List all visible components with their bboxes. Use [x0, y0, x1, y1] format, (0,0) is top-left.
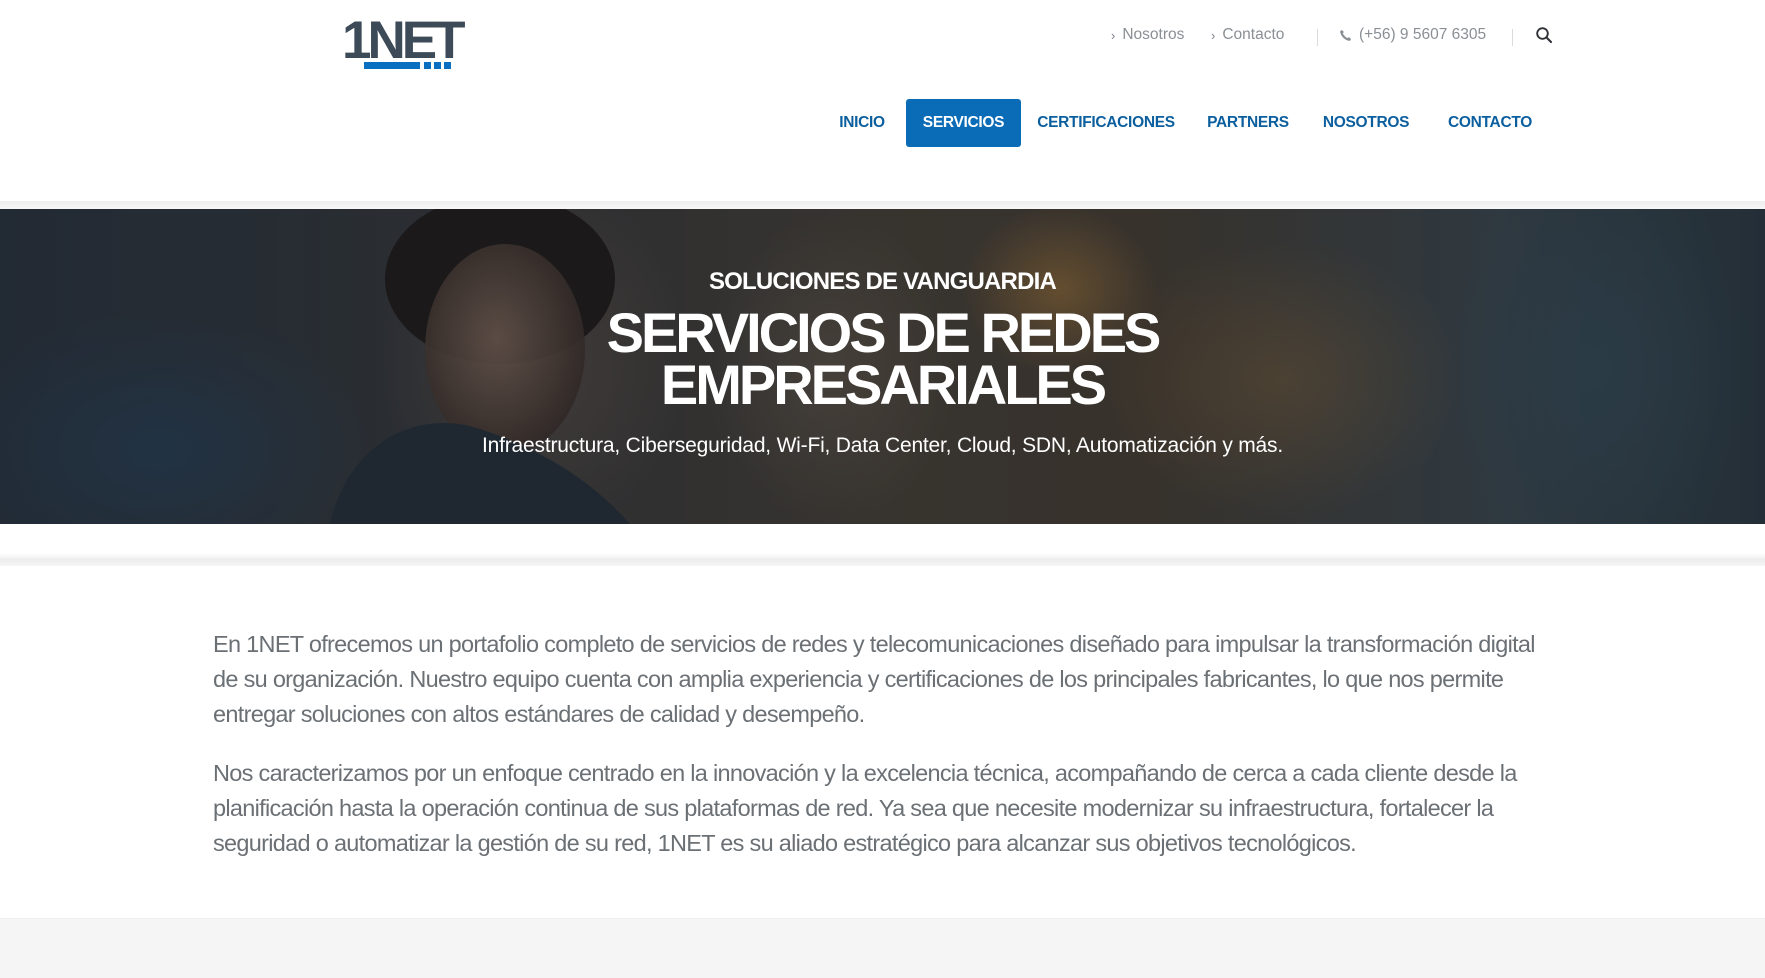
search-icon — [1536, 27, 1553, 44]
intro-paragraph: En 1NET ofrecemos un portafolio completo… — [213, 631, 1536, 727]
site-header: 1NET › Nosotros › Contacto (+56) 9 5607 … — [0, 0, 1765, 203]
topbar-phone[interactable]: (+56) 9 5607 6305 — [1339, 26, 1486, 44]
hero-content: SOLUCIONES DE VANGUARDIA SERVICIOS DE RE… — [0, 209, 1765, 524]
header-divider — [0, 201, 1765, 209]
phone-number: (+56) 9 5607 6305 — [1359, 26, 1487, 43]
hero-title: SERVICIOS DE REDES EMPRESARIALES — [0, 305, 1765, 413]
hero-subtitle: Infraestructura, Ciberseguridad, Wi-Fi, … — [482, 434, 1283, 457]
site-logo[interactable]: 1NET — [342, 13, 466, 71]
hero-banner: SOLUCIONES DE VANGUARDIA SERVICIOS DE RE… — [0, 209, 1765, 524]
chevron-right-icon: › — [1111, 27, 1116, 43]
nav-item-nosotros[interactable]: NOSOTROS — [1312, 99, 1420, 147]
topbar-link-nosotros[interactable]: › Nosotros — [1111, 26, 1184, 44]
intro-paragraph: Nos caracterizamos por un enfoque centra… — [213, 760, 1517, 856]
intro-section: En 1NET ofrecemos un portafolio completo… — [213, 627, 1558, 885]
topbar-link-contacto[interactable]: › Contacto — [1211, 26, 1284, 44]
logo-dot — [434, 62, 441, 69]
logo-wordmark: 1NET — [342, 11, 466, 70]
topbar-link-label: Nosotros — [1122, 26, 1185, 43]
nav-item-servicios[interactable]: SERVICIOS — [906, 99, 1021, 147]
logo-dot — [424, 62, 431, 69]
logo-underline — [364, 62, 420, 69]
search-button[interactable] — [1535, 26, 1553, 44]
section-divider — [0, 524, 1765, 566]
nav-item-contacto[interactable]: CONTACTO — [1434, 99, 1546, 147]
logo-dot — [444, 62, 451, 69]
phone-icon — [1340, 29, 1352, 41]
hero-title-line: EMPRESARIALES — [660, 353, 1107, 416]
hero-eyebrow: SOLUCIONES DE VANGUARDIA — [708, 268, 1057, 295]
topbar-link-label: Contacto — [1222, 26, 1285, 43]
nav-item-partners[interactable]: PARTNERS — [1198, 99, 1298, 147]
topbar-divider — [1317, 29, 1318, 46]
topbar-divider — [1512, 29, 1513, 46]
chevron-right-icon: › — [1211, 27, 1216, 43]
nav-item-inicio[interactable]: INICIO — [822, 99, 902, 147]
nav-item-certificaciones[interactable]: CERTIFICACIONES — [1031, 99, 1181, 147]
next-section-band — [0, 918, 1765, 978]
